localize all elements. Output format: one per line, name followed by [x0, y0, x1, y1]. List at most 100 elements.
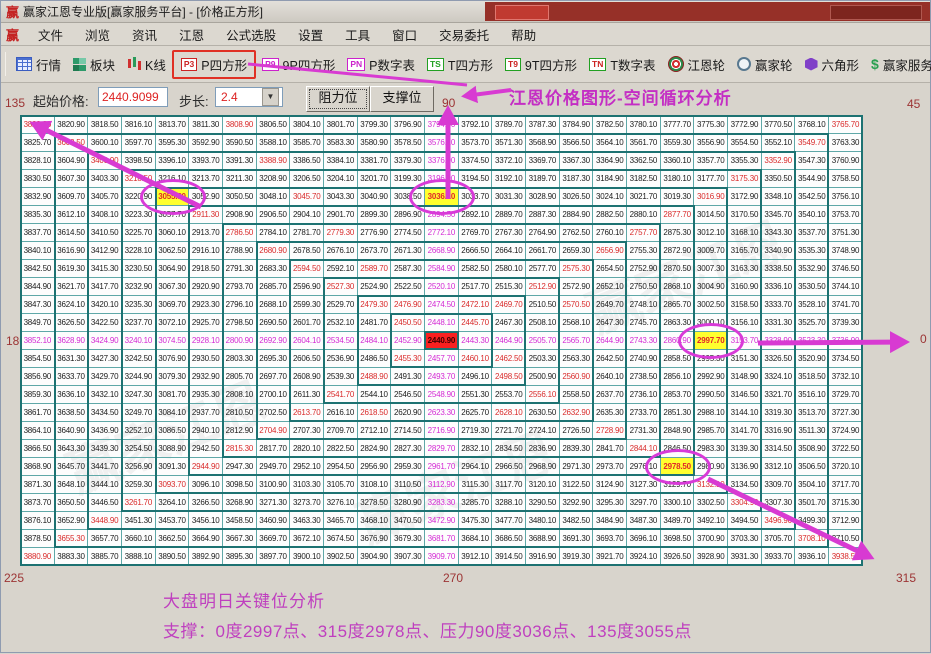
grid-cell[interactable]: 3880.90 [21, 548, 55, 566]
grid-cell[interactable]: 2769.70 [458, 224, 493, 242]
grid-cell[interactable]: 3338.50 [761, 260, 796, 278]
grid-cell[interactable]: 2611.30 [290, 386, 325, 404]
grid-cell[interactable]: 2892.10 [458, 206, 493, 224]
grid-cell[interactable]: 3844.90 [21, 278, 55, 296]
grid-cell[interactable]: 3134.50 [728, 476, 762, 494]
grid-cell[interactable]: 2522.50 [391, 278, 426, 296]
grid-cell[interactable]: 3871.30 [21, 476, 55, 494]
grid-cell[interactable]: 2620.90 [391, 404, 426, 422]
grid-cell[interactable]: 3856.90 [21, 368, 55, 386]
grid-cell[interactable]: 2608.90 [290, 368, 325, 386]
grid-cell[interactable]: 3180.10 [660, 170, 695, 188]
grid-cell[interactable]: 2467.30 [492, 314, 527, 332]
grid-cell[interactable]: 3451.30 [122, 512, 156, 530]
grid-cell[interactable]: 3698.50 [660, 530, 695, 548]
grid-cell[interactable]: 3835.30 [21, 206, 55, 224]
grid-cell[interactable]: 2968.90 [526, 458, 560, 476]
grid-cell[interactable]: 3374.50 [458, 152, 493, 170]
grid-cell[interactable]: 3895.30 [223, 548, 257, 566]
grid-cell[interactable]: 3278.50 [357, 494, 392, 512]
grid-cell[interactable]: 3295.30 [593, 494, 628, 512]
grid-cell[interactable]: 2488.90 [357, 368, 392, 386]
grid-cell[interactable]: 2736.10 [627, 386, 661, 404]
grid-cell[interactable]: 3386.50 [290, 152, 325, 170]
grid-cell[interactable]: 3439.30 [88, 440, 123, 458]
grid-cell[interactable]: 3424.90 [88, 332, 123, 350]
grid-cell[interactable]: 3585.70 [290, 134, 325, 152]
grid-cell[interactable]: 3804.10 [290, 116, 325, 134]
grid-cell[interactable]: 3026.50 [559, 188, 594, 206]
grid-cell[interactable]: 2961.70 [425, 458, 459, 476]
grid-cell[interactable]: 3072.10 [155, 314, 190, 332]
grid-cell[interactable]: 3494.50 [728, 512, 762, 530]
grid-cell[interactable]: 2937.70 [189, 404, 224, 422]
grid-cell[interactable]: 3120.10 [526, 476, 560, 494]
grid-cell[interactable]: 3396.10 [155, 152, 190, 170]
grid-cell[interactable]: 3314.50 [761, 440, 796, 458]
grid-cell[interactable]: 3021.70 [627, 188, 661, 206]
grid-cell[interactable]: 2685.70 [256, 278, 291, 296]
grid-cell[interactable]: 2911.30 [189, 206, 224, 224]
grid-cell[interactable]: 3741.70 [829, 296, 863, 314]
grid-cell[interactable]: 3004.90 [694, 278, 729, 296]
grid-cell[interactable]: 2767.30 [492, 224, 527, 242]
grid-cell[interactable]: 3626.50 [54, 314, 89, 332]
grid-cell[interactable]: 2832.10 [458, 440, 493, 458]
grid-cell[interactable]: 3924.10 [627, 548, 661, 566]
grid-cell[interactable]: 3230.50 [122, 260, 156, 278]
grid-cell[interactable]: 2628.10 [492, 404, 527, 422]
grid-cell[interactable]: 3372.10 [492, 152, 527, 170]
grid-cell[interactable]: 3662.50 [155, 530, 190, 548]
grid-cell[interactable]: 3345.70 [761, 206, 796, 224]
grid-cell[interactable]: 3242.50 [122, 350, 156, 368]
grid-cell[interactable]: 2582.50 [458, 260, 493, 278]
grid-cell[interactable]: 2508.10 [526, 314, 560, 332]
grid-cell[interactable]: 2772.10 [425, 224, 459, 242]
grid-cell[interactable]: 3057.70 [155, 206, 190, 224]
grid-cell[interactable]: 3813.70 [155, 116, 190, 134]
grid-cell[interactable]: 3271.30 [256, 494, 291, 512]
grid-cell[interactable]: 2491.30 [391, 368, 426, 386]
grid-cell[interactable]: 3129.70 [660, 476, 695, 494]
grid-cell[interactable]: 3715.30 [829, 494, 863, 512]
grid-cell[interactable]: 3484.90 [593, 512, 628, 530]
grid-cell[interactable]: 3316.90 [761, 422, 796, 440]
grid-cell[interactable]: 2733.70 [627, 404, 661, 422]
grid-cell[interactable]: 2774.50 [391, 224, 426, 242]
grid-cell[interactable]: 2822.50 [324, 440, 358, 458]
grid-cell[interactable]: 3568.90 [526, 134, 560, 152]
grid-cell[interactable]: 3108.10 [357, 476, 392, 494]
grid-cell[interactable]: 2534.50 [324, 332, 358, 350]
grid-cell[interactable]: 2764.90 [526, 224, 560, 242]
grid-cell[interactable]: 2810.50 [223, 404, 257, 422]
grid-cell[interactable]: 3038.50 [391, 188, 426, 206]
grid-cell[interactable]: 3823.30 [21, 116, 55, 134]
grid-cell[interactable]: 2510.50 [526, 296, 560, 314]
grid-cell[interactable]: 3753.70 [829, 206, 863, 224]
grid-cell[interactable]: 3537.70 [795, 224, 830, 242]
grid-cell[interactable]: 3136.90 [728, 458, 762, 476]
grid-cell[interactable]: 3722.50 [829, 440, 863, 458]
grid-cell[interactable]: 3696.10 [627, 530, 661, 548]
grid-cell[interactable]: 3885.70 [88, 548, 123, 566]
grid-cell[interactable]: 2757.70 [627, 224, 661, 242]
grid-cell[interactable]: 3508.90 [795, 440, 830, 458]
grid-cell[interactable]: 3883.30 [54, 548, 89, 566]
grid-cell[interactable]: 3693.70 [593, 530, 628, 548]
grid-cell[interactable]: 3480.10 [526, 512, 560, 530]
grid-cell[interactable]: 2784.10 [256, 224, 291, 242]
grid-cell[interactable]: 2529.70 [324, 296, 358, 314]
grid-cell[interactable]: 2486.50 [357, 350, 392, 368]
grid-cell[interactable]: 3273.70 [290, 494, 325, 512]
grid-cell[interactable]: 2572.90 [559, 278, 594, 296]
grid-cell[interactable]: 3792.10 [458, 116, 493, 134]
grid-cell[interactable]: 2872.90 [660, 242, 695, 260]
grid-cell[interactable]: 2664.10 [492, 242, 527, 260]
grid-cell[interactable]: 3319.30 [761, 404, 796, 422]
grid-cell[interactable]: 3153.70 [728, 332, 762, 350]
grid-cell[interactable]: 3331.30 [761, 314, 796, 332]
grid-cell[interactable]: 3218.50 [122, 170, 156, 188]
grid-cell[interactable]: 3549.70 [795, 134, 830, 152]
grid-cell[interactable]: 3931.30 [728, 548, 762, 566]
grid-cell[interactable]: 3926.50 [660, 548, 695, 566]
